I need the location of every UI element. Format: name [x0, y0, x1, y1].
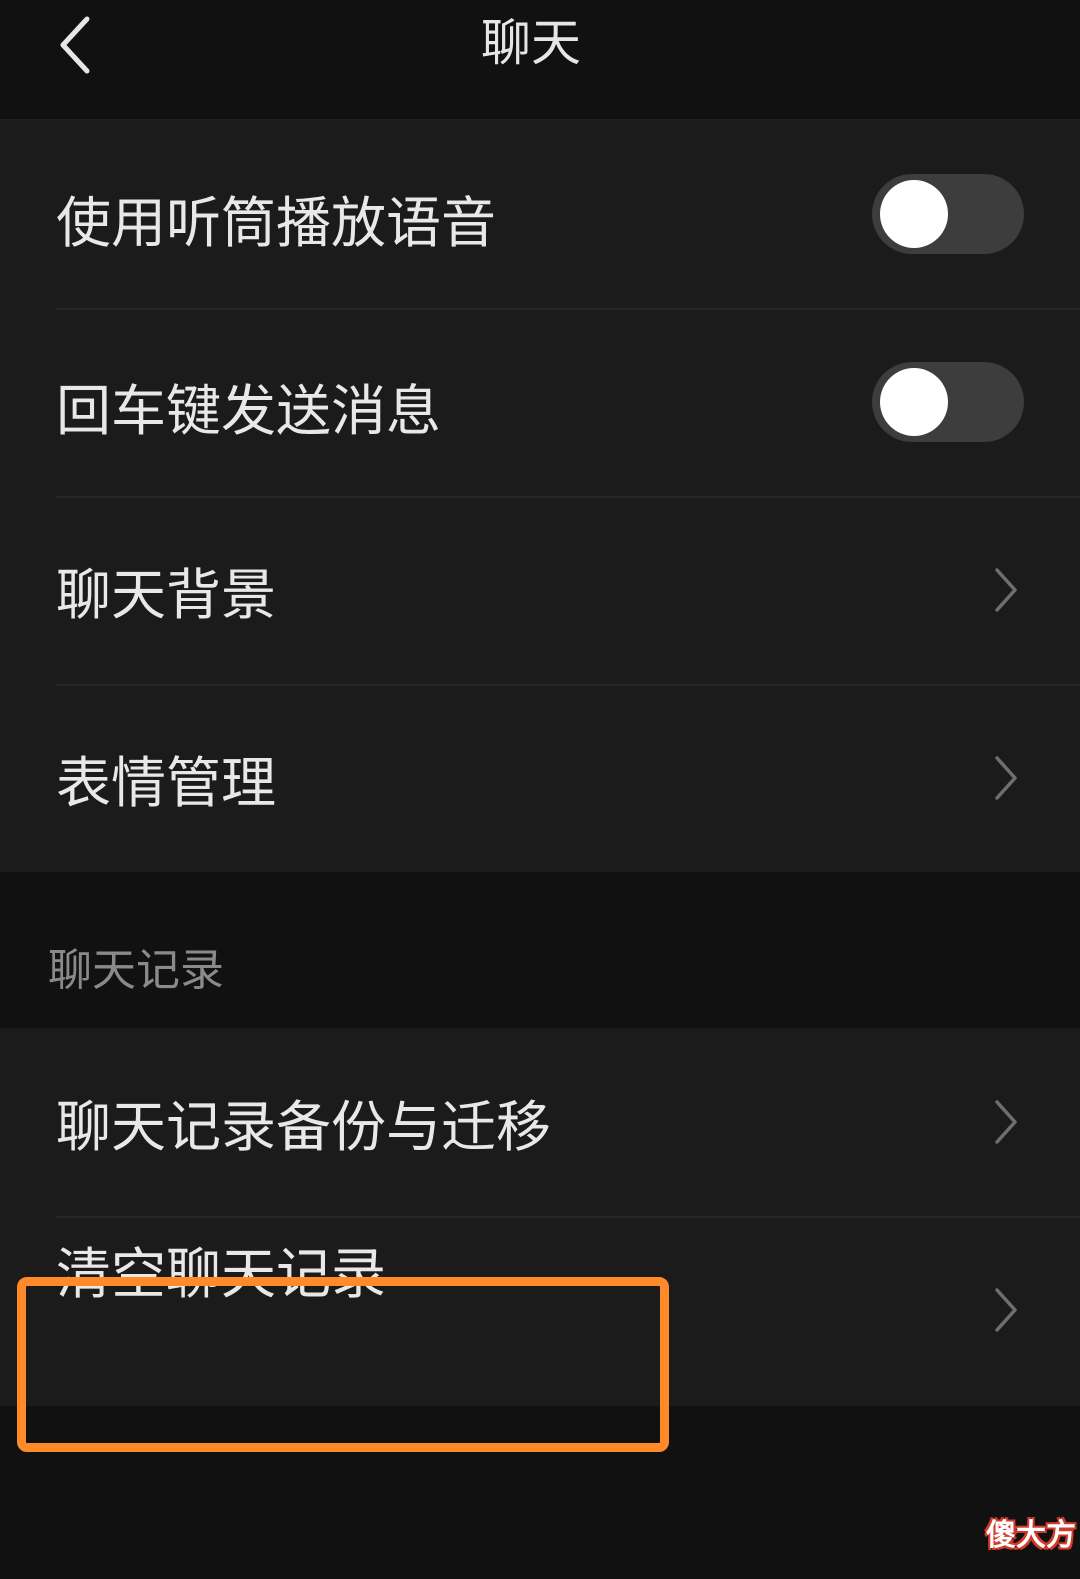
navigation-bar: 聊天	[0, 0, 1080, 120]
toggle-knob	[880, 368, 948, 436]
chevron-right-icon	[986, 1028, 1026, 1216]
toggle-knob	[880, 180, 948, 248]
setting-row-sticker-management[interactable]: 表情管理	[0, 684, 1080, 872]
chevron-right-icon	[986, 684, 1026, 872]
setting-row-chat-background[interactable]: 聊天背景	[0, 496, 1080, 684]
enter-to-send-toggle[interactable]	[872, 362, 1024, 442]
earpiece-playback-toggle[interactable]	[872, 174, 1024, 254]
setting-row-backup-migrate[interactable]: 聊天记录备份与迁移	[0, 1028, 1080, 1216]
chevron-right-icon	[986, 496, 1026, 684]
chat-history-group: 聊天记录备份与迁移 清空聊天记录	[0, 1028, 1080, 1406]
setting-label-chat-background: 聊天背景	[56, 563, 277, 627]
setting-label-sticker-management: 表情管理	[56, 751, 277, 815]
setting-label-earpiece-playback: 使用听筒播放语音	[56, 191, 497, 255]
setting-label-enter-to-send: 回车键发送消息	[56, 379, 442, 443]
page-title: 聊天	[481, 14, 581, 72]
setting-label-clear-history: 清空聊天记录	[56, 1242, 387, 1306]
setting-row-clear-history[interactable]: 清空聊天记录	[0, 1216, 1080, 1404]
setting-label-backup-migrate: 聊天记录备份与迁移	[56, 1095, 552, 1159]
chat-settings-group: 使用听筒播放语音 回车键发送消息 聊天背景 表情管理	[0, 120, 1080, 872]
setting-row-earpiece-playback: 使用听筒播放语音	[0, 120, 1080, 308]
chevron-right-icon	[986, 1216, 1026, 1404]
watermark: 傻大方	[986, 1518, 1076, 1553]
setting-row-enter-to-send: 回车键发送消息	[0, 308, 1080, 496]
section-header-chat-history: 聊天记录	[48, 945, 224, 996]
